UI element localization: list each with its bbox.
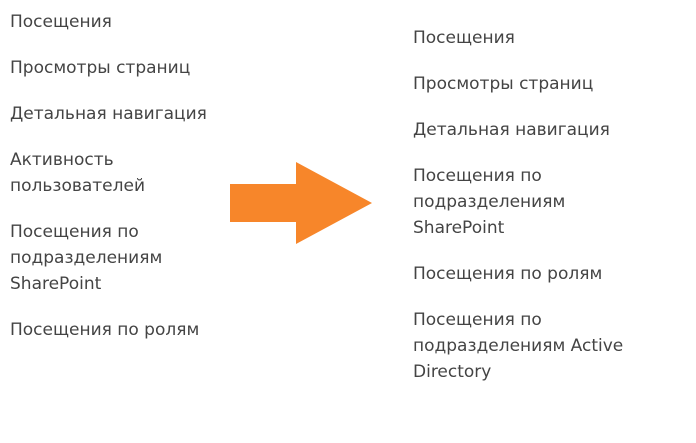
nav-item-detailed-navigation[interactable]: Детальная навигация	[10, 101, 280, 127]
nav-item-visits-by-role[interactable]: Посещения по ролям	[413, 261, 696, 287]
arrow-right-icon	[230, 162, 372, 244]
nav-item-visits[interactable]: Посещения	[413, 25, 696, 51]
nav-item-detailed-navigation[interactable]: Детальная навигация	[413, 117, 696, 143]
nav-item-visits[interactable]: Посещения	[10, 9, 280, 35]
nav-item-visits-by-ad-division[interactable]: Посещения по подразделениям Active Direc…	[413, 307, 696, 385]
nav-item-page-views[interactable]: Просмотры страниц	[10, 55, 280, 81]
nav-item-visits-by-role[interactable]: Посещения по ролям	[10, 317, 280, 343]
nav-item-visits-by-sharepoint-division[interactable]: Посещения по подразделениям SharePoint	[413, 163, 696, 241]
nav-item-page-views[interactable]: Просмотры страниц	[413, 71, 696, 97]
after-nav-list: Посещения Просмотры страниц Детальная на…	[413, 25, 696, 385]
arrow-shape	[230, 162, 372, 244]
